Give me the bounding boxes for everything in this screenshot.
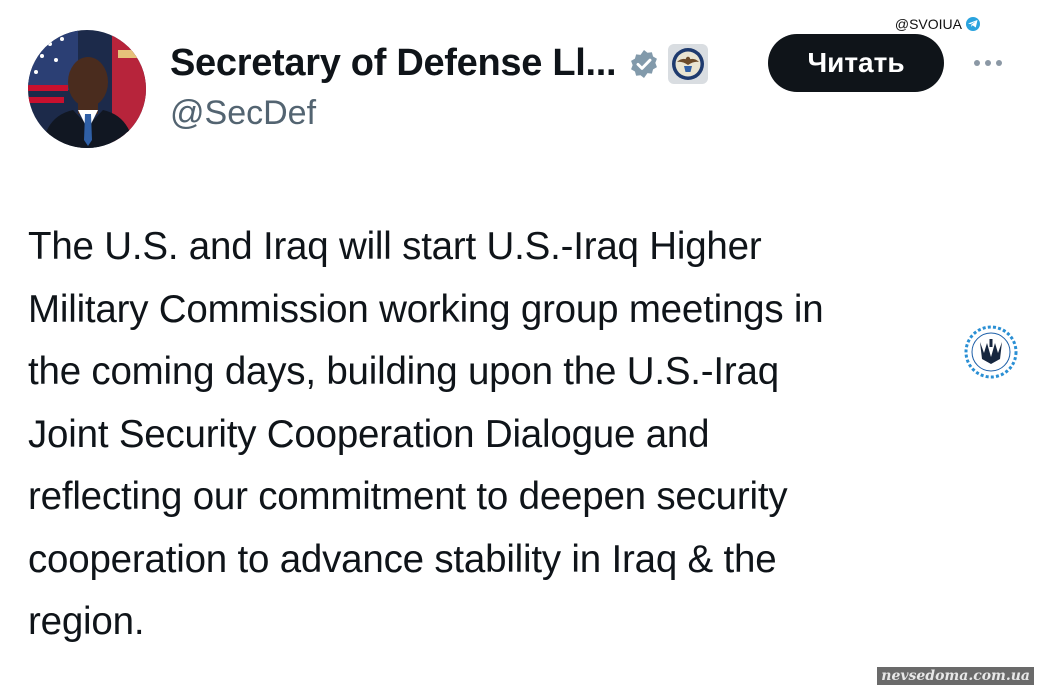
- channel-logo-icon: [964, 325, 1018, 379]
- tweet-header: Secretary of Defense Ll... @SecDef Читат…: [28, 30, 1018, 150]
- verified-badge-icon[interactable]: [628, 48, 660, 80]
- name-row: Secretary of Defense Ll...: [170, 42, 709, 85]
- department-of-defense-seal-icon[interactable]: [668, 43, 709, 84]
- follow-button[interactable]: Читать: [768, 34, 944, 92]
- site-watermark: nevsedoma.com.ua: [877, 667, 1034, 685]
- user-handle[interactable]: @SecDef: [170, 94, 316, 133]
- tweet-text: The U.S. and Iraq will start U.S.-Iraq H…: [28, 225, 824, 643]
- avatar[interactable]: [28, 30, 146, 148]
- more-options-icon[interactable]: [968, 48, 1008, 78]
- display-name[interactable]: Secretary of Defense Ll...: [170, 42, 617, 85]
- telegram-icon: [966, 17, 980, 31]
